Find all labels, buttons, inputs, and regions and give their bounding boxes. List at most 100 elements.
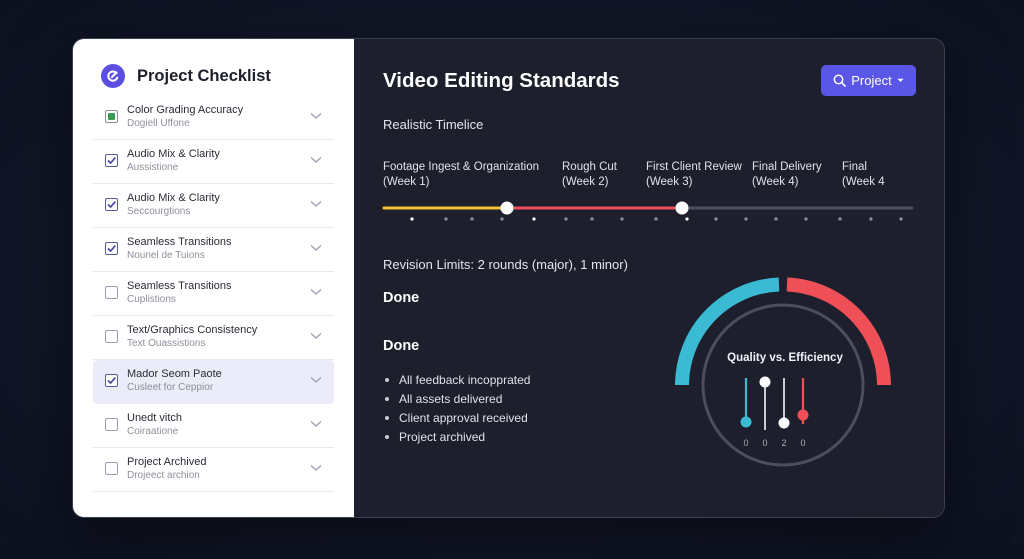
project-button-label: Project	[851, 73, 892, 88]
checkbox-unchecked[interactable]	[105, 286, 118, 299]
stage-name: Rough Cut	[562, 161, 617, 173]
item-title: Project Archived	[127, 456, 207, 468]
stage-name: Final	[842, 161, 867, 173]
chevron-down-icon[interactable]	[310, 200, 322, 208]
timeline-handle[interactable]	[675, 201, 689, 215]
app-logo-icon	[101, 64, 125, 88]
stage-week: (Week 1)	[383, 176, 430, 188]
item-subtitle: Dogiell Uffone	[127, 118, 190, 129]
checkbox-unchecked[interactable]	[105, 462, 118, 475]
item-title: Mador Seom Paote	[127, 368, 222, 380]
slider-label: 2	[781, 438, 786, 448]
list-item: All assets delivered	[383, 389, 530, 408]
chevron-down-icon[interactable]	[310, 376, 322, 384]
checkbox-unchecked[interactable]	[105, 418, 118, 431]
chevron-down-icon[interactable]	[310, 288, 322, 296]
checklist-item[interactable]: Unedt vitch Coiraatione	[93, 404, 334, 448]
chevron-down-icon[interactable]	[310, 112, 322, 120]
standards-panel: Video Editing Standards Project Realisti…	[354, 39, 944, 517]
chevron-down-icon[interactable]	[310, 420, 322, 428]
stage-week: (Week 2)	[562, 176, 609, 188]
checkbox-checked[interactable]	[105, 374, 118, 387]
checkbox-checked[interactable]	[105, 154, 118, 167]
item-title: Color Grading Accuracy	[127, 104, 244, 116]
chevron-down-icon[interactable]	[310, 156, 322, 164]
timeline-stage: Final Delivery (Week 4)	[752, 160, 822, 190]
checklist-item[interactable]: Project Archived Drojeect archion	[93, 448, 334, 492]
slider-knob[interactable]	[740, 416, 752, 428]
slider-label: 0	[743, 438, 748, 448]
stage-week: (Week 4)	[752, 176, 799, 188]
checkmark-icon	[107, 157, 116, 165]
stage-week: (Week 4	[842, 176, 885, 188]
checkmark-icon	[107, 245, 116, 253]
item-subtitle: Nounel de Tuions	[127, 250, 205, 261]
checklist-panel: Project Checklist Color Grading Accuracy…	[73, 39, 354, 517]
chevron-down-icon[interactable]	[310, 244, 322, 252]
item-subtitle: Aussistione	[127, 162, 179, 173]
slider-label: 0	[762, 438, 767, 448]
chevron-down-icon[interactable]	[310, 464, 322, 472]
checklist-header: Project Checklist	[101, 64, 271, 88]
checkmark-icon	[107, 201, 116, 209]
timeline-ticks	[410, 217, 903, 221]
item-subtitle: Text Ouassistions	[127, 338, 206, 349]
slider-label: 0	[800, 438, 805, 448]
completion-list: All feedback incopprated All assets deli…	[383, 370, 530, 446]
stage-week: (Week 3)	[646, 176, 693, 188]
item-title: Audio Mix & Clarity	[127, 148, 220, 160]
revision-limits: Revision Limits: 2 rounds (major), 1 min…	[383, 257, 628, 272]
gauge-arc-teal	[675, 277, 780, 386]
checklist-item[interactable]: Seamless Transitions Cuplistions	[93, 272, 334, 316]
checklist-item[interactable]: Audio Mix & Clarity Seccourgtions	[93, 184, 334, 228]
stage-name: Final Delivery	[752, 161, 822, 173]
checklist: Color Grading Accuracy Dogiell Uffone Au…	[93, 96, 334, 492]
checkbox-checked[interactable]	[105, 198, 118, 211]
list-item: Client approval received	[383, 408, 530, 427]
page-title: Video Editing Standards	[383, 69, 620, 92]
timeline-label: Realistic Timelice	[383, 117, 484, 132]
timeline-stage: Rough Cut (Week 2)	[562, 160, 617, 190]
checkbox-checked[interactable]	[105, 242, 118, 255]
checklist-item-selected[interactable]: Mador Seom Paote Cusleet for Ceppior	[93, 360, 334, 404]
quality-efficiency-gauge: Quality vs. Efficiency 0 0 2 0	[675, 277, 891, 467]
item-subtitle: Cuplistions	[127, 294, 176, 305]
search-icon	[833, 74, 847, 87]
checklist-item[interactable]: Seamless Transitions Nounel de Tuions	[93, 228, 334, 272]
caret-down-icon	[897, 78, 904, 82]
item-title: Audio Mix & Clarity	[127, 192, 220, 204]
timeline-stage: Final (Week 4	[842, 160, 885, 190]
slider-knob[interactable]	[797, 409, 809, 421]
checklist-title: Project Checklist	[137, 66, 271, 85]
checklist-item[interactable]: Text/Graphics Consistency Text Ouassisti…	[93, 316, 334, 360]
item-subtitle: Drojeect archion	[127, 470, 200, 481]
timeline-track	[382, 201, 914, 221]
stage-name: Footage Ingest & Organization	[383, 161, 539, 173]
item-subtitle: Seccourgtions	[127, 206, 191, 217]
slider-knob[interactable]	[778, 417, 790, 429]
checkmark-icon	[107, 377, 116, 385]
chevron-down-icon[interactable]	[310, 332, 322, 340]
list-item: Project archived	[383, 427, 530, 446]
slider-knob[interactable]	[759, 376, 771, 388]
list-item: All feedback incopprated	[383, 370, 530, 389]
item-title: Unedt vitch	[127, 412, 183, 424]
checkbox-unchecked[interactable]	[105, 330, 118, 343]
main-card: Project Checklist Color Grading Accuracy…	[72, 38, 945, 518]
status-dot-checkbox[interactable]	[105, 110, 118, 123]
stage-name: First Client Review	[646, 161, 742, 173]
checklist-item[interactable]: Audio Mix & Clarity Aussistione	[93, 140, 334, 184]
gauge-arc-red	[786, 277, 891, 386]
done-heading: Done	[383, 290, 420, 306]
item-title: Text/Graphics Consistency	[127, 324, 258, 336]
item-subtitle: Coiraatione	[127, 426, 179, 437]
done-heading: Done	[383, 338, 420, 354]
timeline-stage: First Client Review (Week 3)	[646, 160, 742, 190]
timeline-handle[interactable]	[500, 201, 514, 215]
timeline-stage: Footage Ingest & Organization (Week 1)	[383, 160, 539, 190]
checklist-item[interactable]: Color Grading Accuracy Dogiell Uffone	[93, 96, 334, 140]
item-subtitle: Cusleet for Ceppior	[127, 382, 214, 393]
project-dropdown-button[interactable]: Project	[821, 65, 916, 96]
item-title: Seamless Transitions	[127, 280, 232, 292]
item-title: Seamless Transitions	[127, 236, 232, 248]
